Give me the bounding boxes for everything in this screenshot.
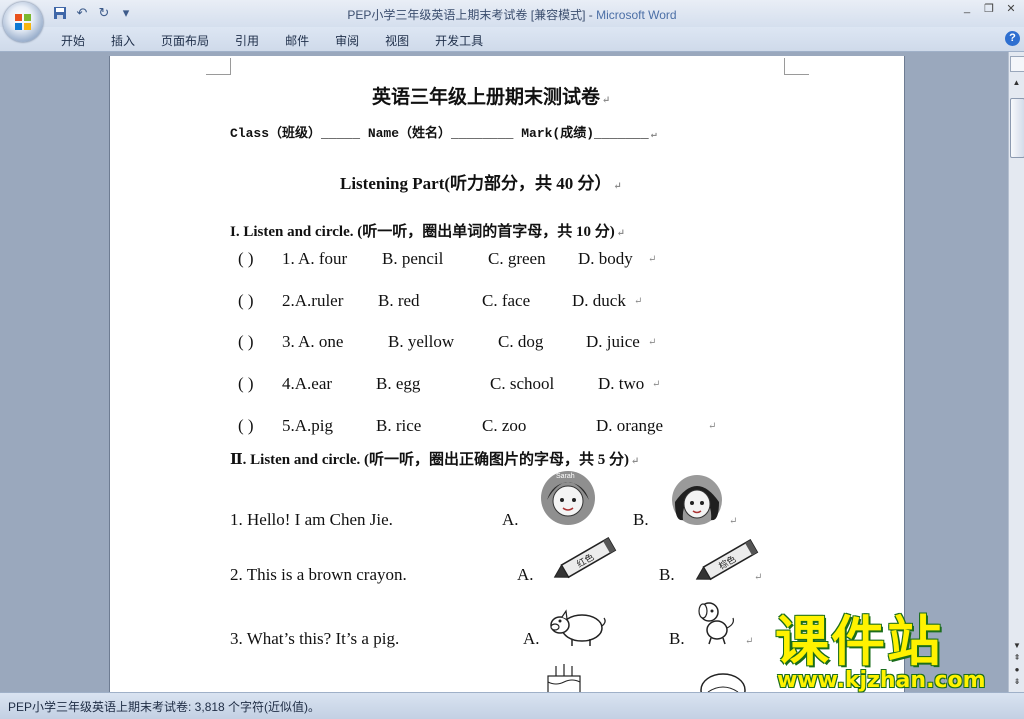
title-bar: ↶ ↻ ▾ PEP小学三年级英语上期末考试卷 [兼容模式] - Microsof… — [0, 0, 1024, 42]
option-b-label: B. — [659, 565, 675, 584]
window-title: PEP小学三年级英语上期末考试卷 [兼容模式] - Microsoft Word — [0, 6, 1024, 23]
pig-picture — [550, 609, 606, 646]
option-a-label: A. — [523, 629, 540, 648]
listening-part-heading: Listening Part(听力部分，共 40 分） ↵ — [340, 174, 622, 193]
option-a-label: A. — [502, 510, 519, 529]
restore-button[interactable]: ❐ — [982, 2, 996, 15]
tab-insert[interactable]: 插入 — [98, 30, 148, 51]
scrollbar-thumb[interactable] — [1010, 98, 1024, 158]
vertical-scrollbar[interactable]: ▲ ▼ ⇞ ● ⇟ — [1008, 52, 1024, 692]
scroll-up-icon[interactable]: ▲ — [1010, 78, 1023, 92]
tab-review[interactable]: 审阅 — [322, 30, 372, 51]
document-workspace[interactable]: 英语三年级上册期末测试卷 ↵ Class（班级）_____ Name（姓名）___… — [0, 52, 1008, 692]
watermark-url: www.kjzhan.com — [777, 668, 986, 693]
tab-references[interactable]: 引用 — [222, 30, 272, 51]
close-button[interactable]: ✕ — [1004, 2, 1018, 15]
student-info-line: Class（班级）_____ Name（姓名）________ Mark(成绩)… — [230, 126, 657, 141]
status-text: PEP小学三年级英语上期末考试卷: 3,818 个字符(近似值)。 — [8, 700, 321, 714]
minimize-button[interactable]: _ — [960, 2, 974, 15]
kjzhan-watermark-logo: 课件站 www.kjzhan.com — [775, 610, 1003, 694]
application-name: Microsoft Word — [596, 8, 677, 22]
section-1-heading: I. Listen and circle. (听一听，圈出单词的首字母，共 10… — [230, 224, 626, 240]
birthday-cake-picture — [547, 664, 581, 692]
sarah-label: Sarah — [556, 473, 575, 480]
egg-picture — [700, 673, 746, 692]
tab-mailings[interactable]: 邮件 — [272, 30, 322, 51]
status-bar: PEP小学三年级英语上期末考试卷: 3,818 个字符(近似值)。 — [0, 692, 1024, 719]
ribbon-tabs-bar: 开始 插入 页面布局 引用 邮件 审阅 视图 开发工具 ? — [0, 27, 1024, 52]
tab-view[interactable]: 视图 — [372, 30, 422, 51]
document-heading: 英语三年级上册期末测试卷 ↵ — [372, 87, 611, 108]
option-b-label: B. — [633, 510, 649, 529]
tab-developer[interactable]: 开发工具 — [422, 30, 496, 51]
picture-question-sentence: 1. Hello! I am Chen Jie. — [230, 510, 393, 529]
girl-portrait-picture: Sarah — [538, 468, 598, 526]
red-crayon-picture: 红色 — [553, 537, 617, 579]
girl-portrait-picture-b — [667, 472, 727, 526]
picture-question-sentence: 2. This is a brown crayon. — [230, 565, 407, 584]
tab-home[interactable]: 开始 — [48, 30, 98, 51]
picture-question-sentence: 3. What’s this? It’s a pig. — [230, 629, 400, 648]
help-icon[interactable]: ? — [1005, 31, 1020, 46]
ruler-toggle-icon[interactable] — [1010, 56, 1024, 72]
office-logo-icon — [15, 14, 31, 30]
section-2-heading: Ⅱ. Listen and circle. (听一听，圈出正确图片的字母，共 5… — [230, 452, 640, 468]
tab-page-layout[interactable]: 页面布局 — [148, 30, 222, 51]
scroll-nav-buttons[interactable]: ▼ ⇞ ● ⇟ — [1011, 640, 1023, 688]
office-button[interactable] — [3, 2, 43, 42]
dog-picture — [698, 602, 734, 645]
watermark-text: 课件站 — [775, 610, 943, 673]
window-controls: _ ❐ ✕ — [960, 2, 1018, 15]
option-b-label: B. — [669, 629, 685, 648]
option-a-label: A. — [517, 565, 534, 584]
document-title: PEP小学三年级英语上期末考试卷 [兼容模式] - — [347, 8, 597, 22]
document-page[interactable]: 英语三年级上册期末测试卷 ↵ Class（班级）_____ Name（姓名）___… — [110, 56, 904, 692]
